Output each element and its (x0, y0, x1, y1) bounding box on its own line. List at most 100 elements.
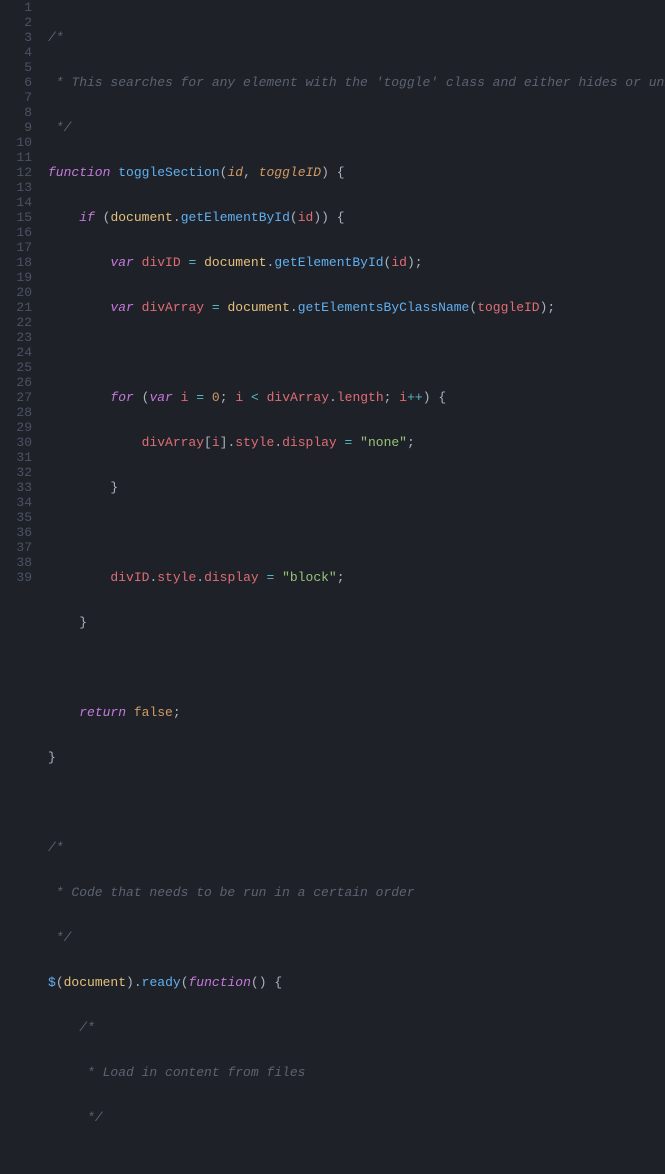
comment: /* (48, 30, 64, 45)
keyword: for (110, 390, 133, 405)
keyword: if (79, 210, 95, 225)
code-line[interactable]: divArray[i].style.display = "none"; (48, 435, 665, 450)
line-number: 21 (0, 300, 32, 315)
line-number: 14 (0, 195, 32, 210)
code-line[interactable]: */ (48, 120, 665, 135)
line-number: 12 (0, 165, 32, 180)
line-number: 1 (0, 0, 32, 15)
gutter: 1 2 3 4 5 6 7 8 9 10 11 12 13 14 15 16 1… (0, 0, 40, 587)
line-number: 13 (0, 180, 32, 195)
jquery: $ (48, 975, 56, 990)
code-line[interactable]: } (48, 480, 665, 495)
code-line[interactable] (48, 345, 665, 360)
line-number: 22 (0, 315, 32, 330)
comment: /* (79, 1020, 95, 1035)
line-number: 10 (0, 135, 32, 150)
line-number: 15 (0, 210, 32, 225)
variable: divArray (142, 435, 204, 450)
code-line[interactable]: /* (48, 1020, 665, 1035)
code-line[interactable] (48, 1155, 665, 1170)
line-number: 27 (0, 390, 32, 405)
comment: * This searches for any element with the… (48, 75, 665, 90)
comment: * Load in content from files (79, 1065, 305, 1080)
property: display (204, 570, 259, 585)
code-line[interactable]: /* (48, 30, 665, 45)
comment: */ (48, 930, 71, 945)
code-line[interactable]: for (var i = 0; i < divArray.length; i++… (48, 390, 665, 405)
line-number: 31 (0, 450, 32, 465)
line-number: 8 (0, 105, 32, 120)
method: ready (142, 975, 181, 990)
code-line[interactable]: * Code that needs to be run in a certain… (48, 885, 665, 900)
line-number: 38 (0, 555, 32, 570)
property: style (235, 435, 274, 450)
identifier: document (110, 210, 172, 225)
keyword: var (110, 255, 133, 270)
line-number: 35 (0, 510, 32, 525)
code-line[interactable]: */ (48, 930, 665, 945)
comment: * Code that needs to be run in a certain… (48, 885, 415, 900)
property: display (282, 435, 337, 450)
code-line[interactable]: } (48, 615, 665, 630)
line-number: 17 (0, 240, 32, 255)
line-number: 37 (0, 540, 32, 555)
line-number: 26 (0, 375, 32, 390)
method: getElementById (274, 255, 383, 270)
code-line[interactable]: var divArray = document.getElementsByCla… (48, 300, 665, 315)
line-number: 30 (0, 435, 32, 450)
identifier: document (204, 255, 266, 270)
keyword: function (48, 165, 110, 180)
variable: divArray (267, 390, 329, 405)
line-number: 9 (0, 120, 32, 135)
code-line[interactable]: if (document.getElementById(id)) { (48, 210, 665, 225)
param: id (227, 165, 243, 180)
line-number: 2 (0, 15, 32, 30)
method: getElementById (181, 210, 290, 225)
code-line[interactable]: function toggleSection(id, toggleID) { (48, 165, 665, 180)
code-line[interactable]: var divID = document.getElementById(id); (48, 255, 665, 270)
code-line[interactable]: } (48, 750, 665, 765)
line-number: 24 (0, 345, 32, 360)
boolean: false (134, 705, 173, 720)
arg: id (298, 210, 314, 225)
code-line[interactable]: * Load in content from files (48, 1065, 665, 1080)
code-line[interactable]: $(document).ready(function() { (48, 975, 665, 990)
line-number: 3 (0, 30, 32, 45)
line-number: 29 (0, 420, 32, 435)
string: "none" (360, 435, 407, 450)
keyword: return (79, 705, 126, 720)
line-number: 4 (0, 45, 32, 60)
comment: /* (48, 840, 64, 855)
keyword: var (110, 300, 133, 315)
code-line[interactable]: * This searches for any element with the… (48, 75, 665, 90)
code-line[interactable] (48, 660, 665, 675)
line-number: 6 (0, 75, 32, 90)
variable: divID (142, 255, 181, 270)
line-number: 7 (0, 90, 32, 105)
keyword: function (189, 975, 251, 990)
code-line[interactable]: */ (48, 1110, 665, 1125)
code-line[interactable] (48, 525, 665, 540)
code-line[interactable] (48, 795, 665, 810)
keyword: var (149, 390, 172, 405)
line-number: 19 (0, 270, 32, 285)
function-name: toggleSection (118, 165, 219, 180)
code-line[interactable]: divID.style.display = "block"; (48, 570, 665, 585)
property: style (157, 570, 196, 585)
code-line[interactable]: /* (48, 840, 665, 855)
line-number: 23 (0, 330, 32, 345)
variable: divID (110, 570, 149, 585)
comment: */ (48, 120, 71, 135)
line-number: 36 (0, 525, 32, 540)
comment: */ (79, 1110, 102, 1125)
line-number: 25 (0, 360, 32, 375)
line-number: 20 (0, 285, 32, 300)
code-area[interactable]: /* * This searches for any element with … (40, 0, 665, 587)
line-number: 5 (0, 60, 32, 75)
code-editor: 1 2 3 4 5 6 7 8 9 10 11 12 13 14 15 16 1… (0, 0, 665, 587)
string: "block" (282, 570, 337, 585)
line-number: 39 (0, 570, 32, 585)
line-number: 32 (0, 465, 32, 480)
code-line[interactable]: return false; (48, 705, 665, 720)
number: 0 (212, 390, 220, 405)
